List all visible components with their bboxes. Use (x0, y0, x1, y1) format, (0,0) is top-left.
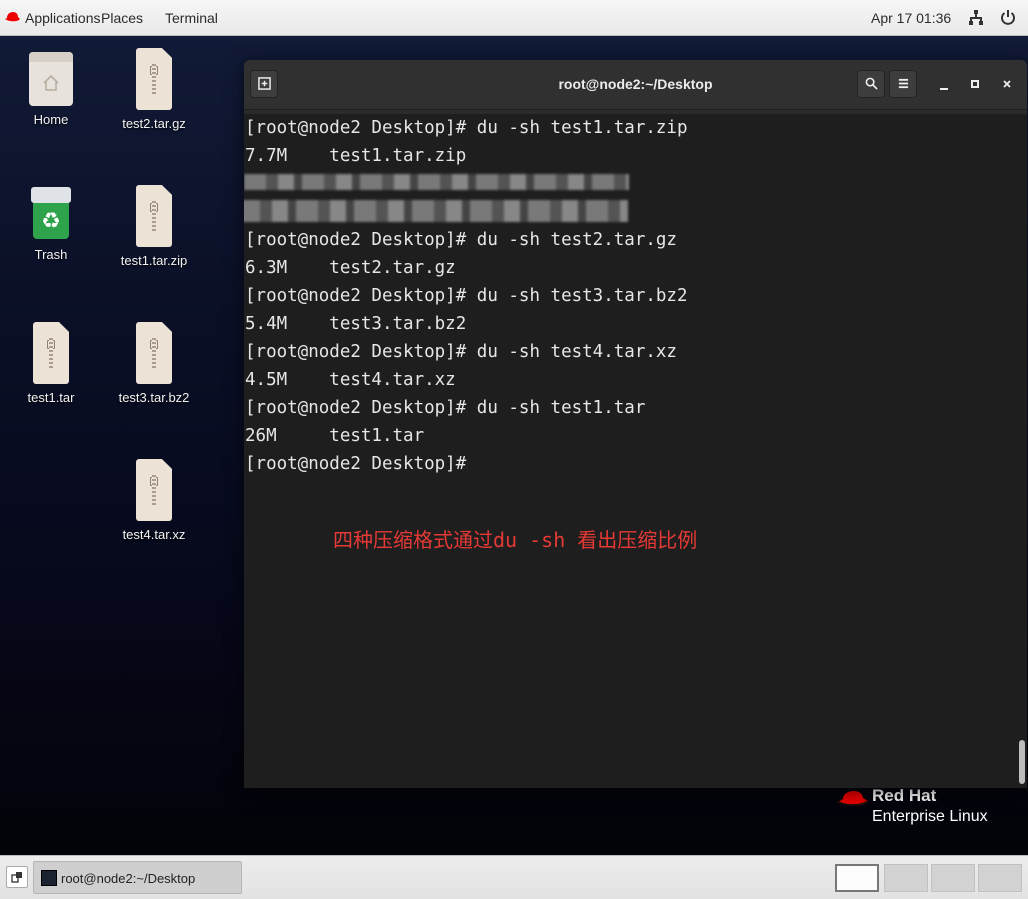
close-icon (1003, 80, 1011, 88)
redacted-region (244, 174, 629, 190)
terminal-line: 4.5M test4.tar.xz (245, 370, 456, 390)
terminal-line: [root@node2 Desktop]# du -sh test2.tar.g… (245, 230, 677, 250)
desktop-icon-home[interactable]: Home (1, 52, 101, 127)
menu-button[interactable] (889, 70, 917, 98)
terminal-scrollbar[interactable] (1019, 740, 1025, 784)
terminal-line: [root@node2 Desktop]# du -sh test3.tar.b… (245, 286, 688, 306)
maximize-icon (971, 80, 979, 88)
redacted-region (244, 200, 628, 222)
archive-file-icon (136, 48, 172, 110)
desktop-icon-test3-tar-bz2[interactable]: test3.tar.bz2 (104, 322, 204, 405)
terminal-header-bar[interactable]: root@node2:~/Desktop (244, 60, 1027, 110)
show-desktop-button[interactable] (6, 866, 28, 888)
terminal-output[interactable]: [root@node2 Desktop]# du -sh test1.tar.z… (244, 114, 1027, 788)
redhat-logo-icon (5, 12, 20, 22)
desktop-icon-label: test2.tar.gz (122, 116, 186, 131)
desktop-icon-label: Home (33, 112, 69, 127)
archive-file-icon (136, 322, 172, 384)
desktop-icon-label: test1.tar (27, 390, 75, 405)
search-button[interactable] (857, 70, 885, 98)
desktop-icon-test2-tar-gz[interactable]: test2.tar.gz (104, 48, 204, 131)
brand-line-1: Red Hat (872, 786, 937, 805)
power-icon[interactable] (1000, 9, 1016, 26)
desktop-icon-label: test3.tar.bz2 (118, 390, 190, 405)
taskbar-item-label: root@node2:~/Desktop (61, 871, 196, 886)
workspace-4[interactable] (978, 864, 1022, 892)
show-desktop-icon (11, 872, 22, 883)
terminal-line: 6.3M test2.tar.gz (245, 258, 456, 278)
close-button[interactable] (1003, 76, 1011, 91)
desktop-icon-test1-tar[interactable]: test1.tar (1, 322, 101, 405)
workspace-2[interactable] (884, 864, 928, 892)
redhat-logo-icon (838, 791, 868, 806)
terminal-line: [root@node2 Desktop]# du -sh test1.tar.z… (245, 118, 688, 138)
maximize-button[interactable] (971, 76, 979, 91)
applications-menu[interactable]: Applications (25, 10, 101, 26)
desktop-icon-label: Trash (34, 247, 68, 262)
desktop-icon-test4-tar-xz[interactable]: test4.tar.xz (104, 459, 204, 542)
terminal-line: 5.4M test3.tar.bz2 (245, 314, 467, 334)
terminal-line: [root@node2 Desktop]# du -sh test4.tar.x… (245, 342, 677, 362)
network-icon[interactable] (969, 10, 983, 25)
bottom-taskbar: root@node2:~/Desktop (0, 855, 1028, 899)
annotation-text: 四种压缩格式通过du -sh 看出压缩比例 (333, 528, 698, 552)
minimize-icon (940, 88, 948, 90)
taskbar-item-terminal[interactable]: root@node2:~/Desktop (33, 861, 242, 894)
archive-file-icon (136, 185, 172, 247)
archive-file-icon (136, 459, 172, 521)
terminal-app-menu[interactable]: Terminal (165, 10, 218, 26)
search-icon (865, 77, 878, 90)
terminal-line: [root@node2 Desktop]# du -sh test1.tar (245, 398, 646, 418)
terminal-line: 26M test1.tar (245, 426, 425, 446)
trash-icon: ♻ (31, 187, 71, 241)
terminal-window[interactable]: root@node2:~/Desktop [root@node2 Desktop… (244, 60, 1027, 788)
desktop-icon-trash[interactable]: ♻ Trash (1, 187, 101, 262)
desktop-icon-label: test4.tar.xz (122, 527, 186, 542)
minimize-button[interactable] (940, 76, 948, 93)
terminal-icon (41, 870, 57, 886)
workspace-1[interactable] (835, 864, 879, 892)
brand-line-2: Enterprise Linux (872, 808, 988, 825)
hamburger-menu-icon (898, 78, 908, 89)
places-menu[interactable]: Places (101, 10, 143, 26)
workspace-3[interactable] (931, 864, 975, 892)
home-folder-icon (29, 52, 73, 106)
clock[interactable]: Apr 17 01:36 (871, 10, 951, 26)
desktop-icon-label: test1.tar.zip (120, 253, 188, 268)
archive-file-icon (33, 322, 69, 384)
terminal-line: 7.7M test1.tar.zip (245, 146, 467, 166)
top-panel: Applications Places Terminal Apr 17 01:3… (0, 0, 1028, 36)
desktop-icon-test1-tar-zip[interactable]: test1.tar.zip (104, 185, 204, 268)
terminal-prompt: [root@node2 Desktop]# (245, 454, 467, 474)
